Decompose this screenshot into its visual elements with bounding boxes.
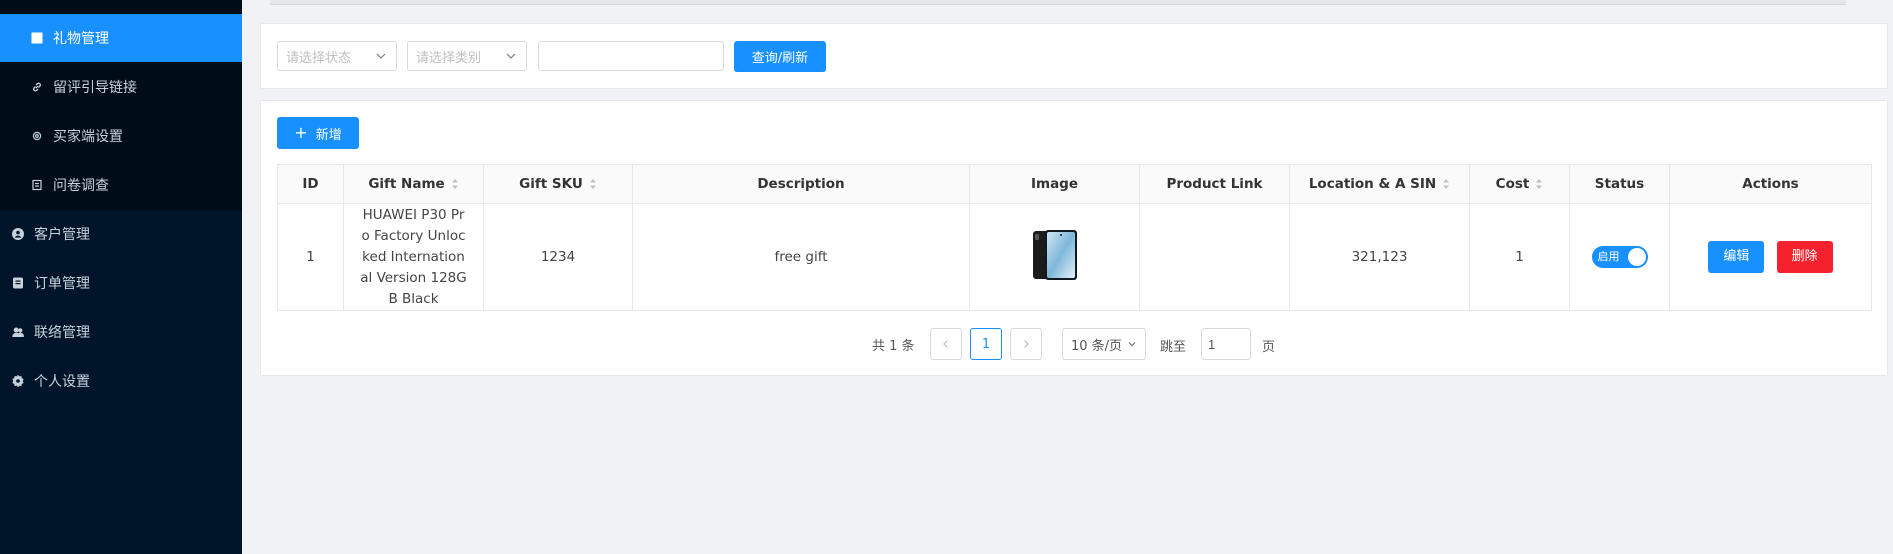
status-select[interactable]: 请选择状态 [277,41,397,71]
grid-icon [30,31,44,45]
cell-image [969,203,1140,311]
sidebar-item-label: 联络管理 [34,325,90,341]
status-select-placeholder: 请选择状态 [286,50,352,66]
query-refresh-button[interactable]: 查询/刷新 [734,41,826,72]
cell-status: 启用 [1569,203,1670,311]
sidebar-item-label: 问卷调查 [53,178,109,194]
settings-icon [11,374,25,388]
column-header-image: Image [969,164,1140,204]
chevron-down-icon [505,50,517,62]
delete-button[interactable]: 删除 [1776,241,1833,273]
sort-icon[interactable] [1442,178,1450,190]
cell-product-link [1139,203,1290,311]
sidebar-item-label: 留评引导链接 [53,80,137,96]
plus-icon: + [294,123,308,142]
jump-page-input[interactable] [1201,328,1251,360]
gift-table: ID Gift Name Gift SKU Description Image … [277,164,1872,311]
phone-image[interactable] [1031,229,1079,281]
sidebar-item-contacts[interactable]: 联络管理 [0,308,242,356]
page-1-button[interactable]: 1 [970,328,1002,360]
sidebar-item-personal-settings[interactable]: 个人设置 [0,357,242,405]
cell-id: 1 [277,203,344,311]
toggle-knob [1627,248,1646,266]
sidebar: 礼物管理 留评引导链接 买家端设置 问卷调查 客户管理 订单管理 联络管理 个人… [0,0,242,554]
column-header-description: Description [632,164,970,204]
chevron-down-icon [1128,342,1136,347]
status-toggle[interactable]: 启用 [1591,246,1648,268]
status-toggle-label: 启用 [1597,250,1620,263]
column-header-gift-sku[interactable]: Gift SKU [483,164,633,204]
column-header-cost[interactable]: Cost [1469,164,1570,204]
prev-page-button[interactable] [930,328,962,360]
add-button[interactable]: + 新增 [277,117,359,149]
sidebar-item-label: 礼物管理 [53,31,109,47]
chevron-down-icon [375,50,387,62]
column-header-product-link: Product Link [1139,164,1290,204]
page-size-select[interactable]: 10 条/页 [1062,328,1146,360]
pagination-total: 共 1 条 [872,339,915,354]
sidebar-item-review-link[interactable]: 留评引导链接 [0,63,242,111]
jump-label: 跳至 [1160,340,1187,355]
sidebar-item-orders[interactable]: 订单管理 [0,259,242,307]
table-header-row: ID Gift Name Gift SKU Description Image … [277,164,1872,204]
cell-gift-name: HUAWEI P30 Pro Factory Unlocked Internat… [343,203,484,311]
next-page-button[interactable] [1010,328,1042,360]
sidebar-item-label: 订单管理 [34,276,90,292]
order-icon [11,276,25,290]
sidebar-item-gift-management[interactable]: 礼物管理 [0,14,242,62]
gear-icon [30,129,44,143]
sort-icon[interactable] [451,178,459,190]
contacts-icon [11,325,25,339]
user-circle-icon [11,227,25,241]
page-size-value: 10 条/页 [1071,338,1123,354]
edit-button[interactable]: 编辑 [1708,241,1765,273]
chevron-left-icon [943,340,948,348]
sidebar-item-buyer-settings[interactable]: 买家端设置 [0,112,242,160]
keyword-input[interactable] [538,41,724,71]
sort-icon[interactable] [1535,178,1543,190]
column-header-actions: Actions [1669,164,1872,204]
top-scrollbar-track [270,0,1846,5]
category-select[interactable]: 请选择类别 [407,41,527,71]
sidebar-item-label: 买家端设置 [53,129,123,145]
sort-icon[interactable] [589,178,597,190]
column-header-location-asin[interactable]: Location & A SIN [1289,164,1470,204]
pagination: 共 1 条 1 10 条/页 跳至 页 [261,328,1887,360]
cell-cost: 1 [1469,203,1570,311]
category-select-placeholder: 请选择类别 [416,50,482,66]
cell-gift-sku: 1234 [483,203,633,311]
sidebar-item-survey[interactable]: 问卷调查 [0,161,242,209]
sidebar-item-customers[interactable]: 客户管理 [0,210,242,258]
add-button-label: 新增 [315,127,342,143]
link-icon [30,80,44,94]
page-label: 页 [1262,340,1276,355]
filter-card: 请选择状态 请选择类别 查询/刷新 [260,23,1888,89]
sidebar-item-label: 个人设置 [34,374,90,390]
column-header-gift-name[interactable]: Gift Name [343,164,484,204]
sidebar-item-label: 客户管理 [34,227,90,243]
cell-actions: 编辑 删除 [1669,203,1872,311]
column-header-status: Status [1569,164,1670,204]
column-header-id: ID [277,164,344,204]
document-icon [30,178,44,192]
table-row: 1 HUAWEI P30 Pro Factory Unlocked Intern… [277,203,1872,311]
table-card: + 新增 ID Gift Name Gift SKU Description I… [260,100,1888,376]
chevron-right-icon [1024,340,1029,348]
cell-description: free gift [632,203,970,311]
cell-location-asin: 321,123 [1289,203,1470,311]
